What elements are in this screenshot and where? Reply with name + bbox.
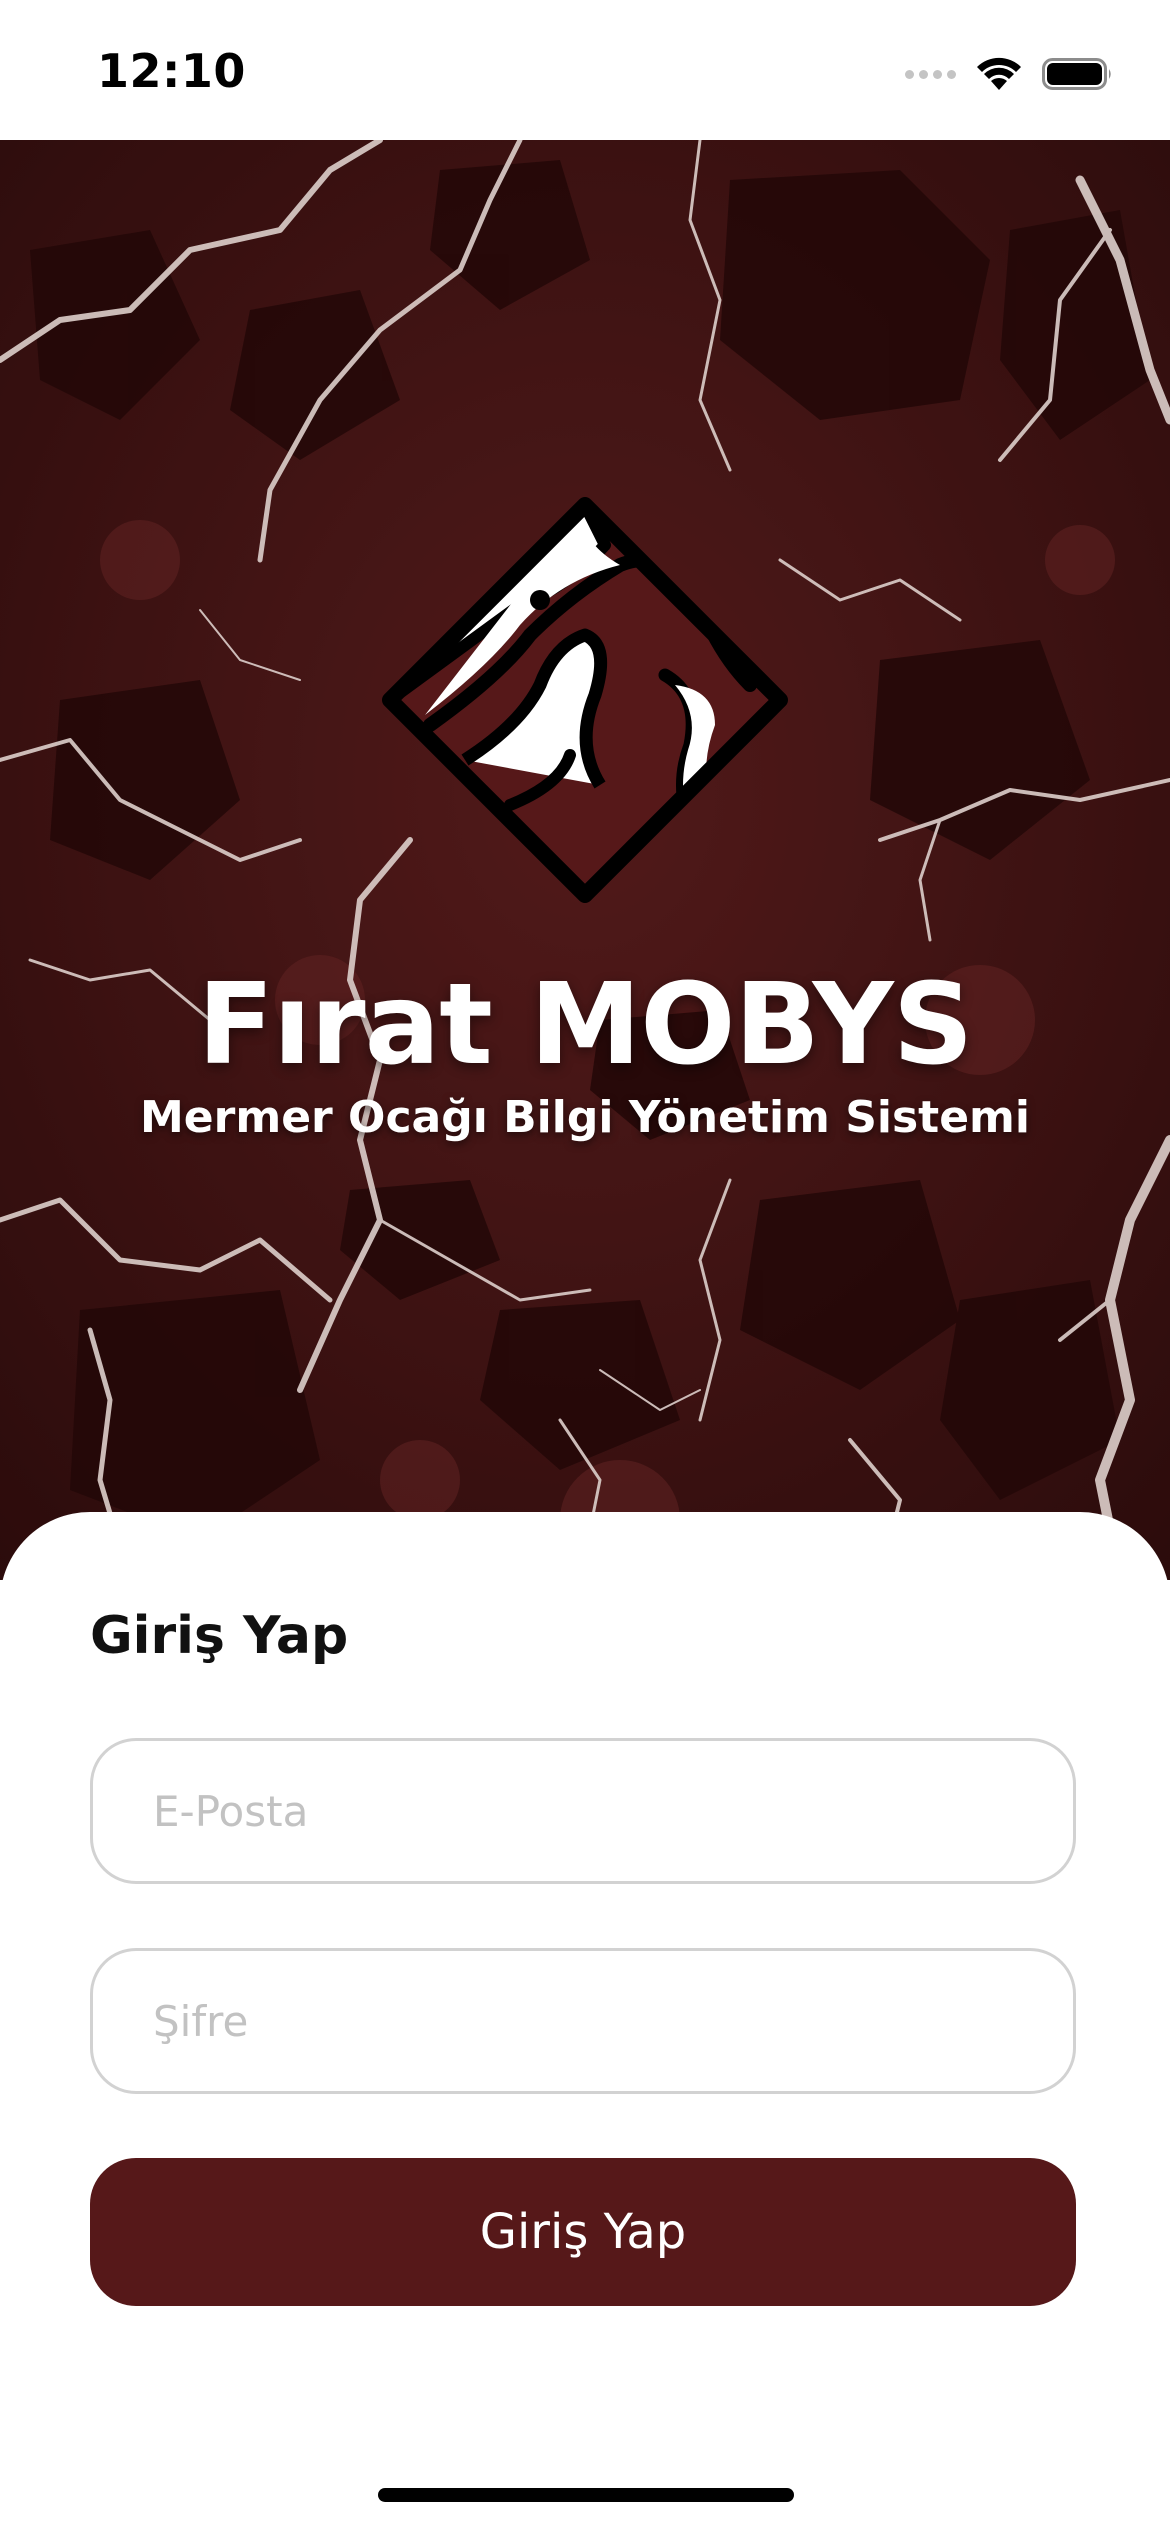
login-card: Giriş Yap Giriş Yap <box>0 1512 1170 2532</box>
hero-banner: Fırat MOBYS Mermer Ocağı Bilgi Yönetim S… <box>0 140 1170 1580</box>
home-indicator[interactable] <box>378 2488 794 2502</box>
app-title: Fırat MOBYS <box>197 960 974 1090</box>
marble-tile-logo-icon <box>382 497 788 903</box>
cellular-signal-icon <box>905 69 956 79</box>
password-field[interactable] <box>90 1948 1076 2094</box>
status-bar: 12:10 <box>0 0 1170 140</box>
status-icons <box>905 54 1114 94</box>
app-subtitle: Mermer Ocağı Bilgi Yönetim Sistemi <box>140 1092 1030 1143</box>
status-time: 12:10 <box>97 44 246 98</box>
login-heading: Giriş Yap <box>90 1606 349 1666</box>
login-button[interactable]: Giriş Yap <box>90 2158 1076 2306</box>
battery-icon <box>1042 58 1111 90</box>
email-field[interactable] <box>90 1738 1076 1884</box>
wifi-icon <box>977 57 1021 90</box>
